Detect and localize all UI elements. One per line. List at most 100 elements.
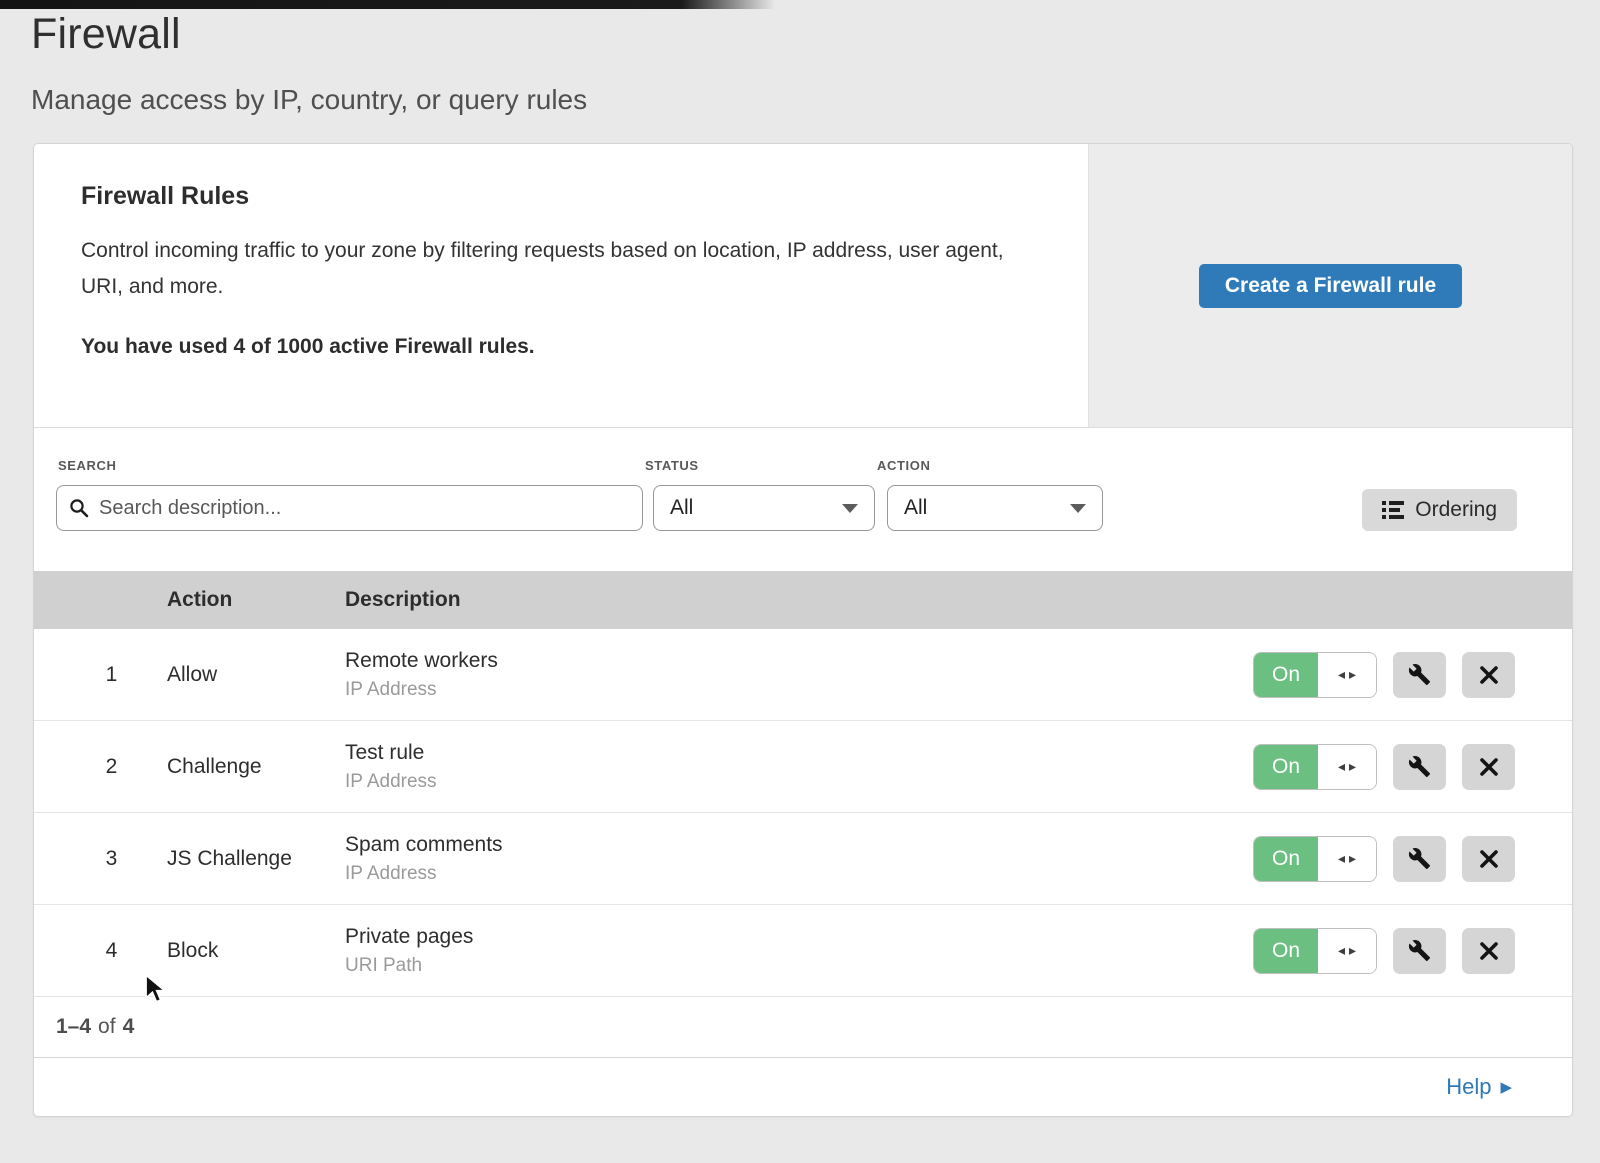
ordering-button[interactable]: Ordering [1362, 489, 1517, 531]
search-icon [69, 498, 89, 518]
rule-enabled-toggle[interactable]: On ◂▸ [1253, 744, 1377, 790]
overview-description: Control incoming traffic to your zone by… [81, 233, 1031, 305]
row-description: Test rule IP Address [345, 741, 1253, 793]
row-controls: On ◂▸ [1253, 836, 1515, 882]
toggle-drag-handle[interactable]: ◂▸ [1318, 929, 1376, 973]
close-icon [1479, 941, 1499, 961]
left-right-arrows-icon: ◂ [1338, 758, 1345, 775]
row-number: 4 [56, 939, 167, 963]
help-bar: Help ▶ [34, 1058, 1572, 1116]
status-select[interactable]: All [653, 485, 875, 531]
close-icon [1479, 849, 1499, 869]
search-label: SEARCH [58, 458, 643, 473]
status-selected-value: All [670, 496, 693, 520]
table-row: 2 Challenge Test rule IP Address On ◂▸ [34, 721, 1572, 813]
search-input[interactable] [56, 485, 643, 531]
row-controls: On ◂▸ [1253, 928, 1515, 974]
page-title: Firewall [31, 10, 587, 59]
left-right-arrows-icon: ▸ [1349, 666, 1356, 683]
pagination-total: 4 [123, 1015, 135, 1039]
pagination-of-label: of [98, 1015, 116, 1039]
rule-description: Remote workers [345, 649, 1253, 673]
close-icon [1479, 757, 1499, 777]
row-controls: On ◂▸ [1253, 652, 1515, 698]
left-right-arrows-icon: ▸ [1349, 942, 1356, 959]
left-right-arrows-icon: ▸ [1349, 758, 1356, 775]
chevron-down-icon [1070, 504, 1086, 513]
ordering-button-label: Ordering [1415, 498, 1497, 522]
rule-match-field: IP Address [345, 863, 1253, 885]
toggle-drag-handle[interactable]: ◂▸ [1318, 653, 1376, 697]
usage-summary: You have used 4 of 1000 active Firewall … [81, 335, 1048, 359]
left-right-arrows-icon: ▸ [1349, 850, 1356, 867]
edit-rule-button[interactable] [1393, 652, 1446, 698]
wrench-icon [1408, 847, 1431, 870]
overview-text-block: Firewall Rules Control incoming traffic … [34, 144, 1088, 427]
toggle-on-label: On [1254, 837, 1318, 881]
ordered-list-icon [1382, 500, 1404, 520]
row-description: Private pages URI Path [345, 925, 1253, 977]
table-header-row: Action Description [34, 571, 1572, 629]
rule-enabled-toggle[interactable]: On ◂▸ [1253, 928, 1377, 974]
rule-description: Test rule [345, 741, 1253, 765]
row-controls: On ◂▸ [1253, 744, 1515, 790]
firewall-rules-card: Firewall Rules Control incoming traffic … [33, 143, 1573, 1117]
help-link-label: Help [1446, 1074, 1491, 1100]
row-description: Spam comments IP Address [345, 833, 1253, 885]
table-row: 1 Allow Remote workers IP Address On ◂▸ [34, 629, 1572, 721]
create-rule-panel: Create a Firewall rule [1088, 144, 1572, 427]
row-number: 3 [56, 847, 167, 871]
overview-heading: Firewall Rules [81, 182, 1048, 211]
table-row: 4 Block Private pages URI Path On ◂▸ [34, 905, 1572, 997]
row-number: 1 [56, 663, 167, 687]
filter-bar: SEARCH STATUS All ACTION All [34, 428, 1572, 571]
rule-match-field: IP Address [345, 771, 1253, 793]
wrench-icon [1408, 939, 1431, 962]
pagination-range: 1–4 [56, 1015, 91, 1039]
delete-rule-button[interactable] [1462, 928, 1515, 974]
right-triangle-icon: ▶ [1500, 1080, 1512, 1095]
rule-description: Private pages [345, 925, 1253, 949]
action-field: ACTION All [875, 458, 1103, 531]
edit-rule-button[interactable] [1393, 928, 1446, 974]
toggle-drag-handle[interactable]: ◂▸ [1318, 837, 1376, 881]
help-link[interactable]: Help ▶ [1446, 1074, 1512, 1100]
delete-rule-button[interactable] [1462, 836, 1515, 882]
toggle-on-label: On [1254, 653, 1318, 697]
action-selected-value: All [904, 496, 927, 520]
wrench-icon [1408, 755, 1431, 778]
delete-rule-button[interactable] [1462, 744, 1515, 790]
rule-match-field: IP Address [345, 679, 1253, 701]
status-label: STATUS [645, 458, 875, 473]
rule-enabled-toggle[interactable]: On ◂▸ [1253, 652, 1377, 698]
action-select[interactable]: All [887, 485, 1103, 531]
left-right-arrows-icon: ◂ [1338, 850, 1345, 867]
wrench-icon [1408, 663, 1431, 686]
table-header-description: Description [345, 588, 1515, 612]
row-action: JS Challenge [167, 847, 345, 871]
page-subtitle: Manage access by IP, country, or query r… [31, 84, 587, 116]
rule-description: Spam comments [345, 833, 1253, 857]
status-field: STATUS All [643, 458, 875, 531]
toggle-on-label: On [1254, 745, 1318, 789]
row-description: Remote workers IP Address [345, 649, 1253, 701]
left-right-arrows-icon: ◂ [1338, 666, 1345, 683]
rule-match-field: URI Path [345, 955, 1253, 977]
close-icon [1479, 665, 1499, 685]
search-input-wrap [56, 485, 643, 531]
table-header-action: Action [167, 588, 345, 612]
edit-rule-button[interactable] [1393, 744, 1446, 790]
row-action: Allow [167, 663, 345, 687]
toggle-drag-handle[interactable]: ◂▸ [1318, 745, 1376, 789]
screenshot-artifact-bar [0, 0, 775, 9]
rule-enabled-toggle[interactable]: On ◂▸ [1253, 836, 1377, 882]
delete-rule-button[interactable] [1462, 652, 1515, 698]
row-action: Block [167, 939, 345, 963]
search-field: SEARCH [56, 458, 643, 531]
table-row: 3 JS Challenge Spam comments IP Address … [34, 813, 1572, 905]
pagination-bar: 1–4 of 4 [34, 997, 1572, 1058]
action-label: ACTION [877, 458, 1103, 473]
left-right-arrows-icon: ◂ [1338, 942, 1345, 959]
edit-rule-button[interactable] [1393, 836, 1446, 882]
create-firewall-rule-button[interactable]: Create a Firewall rule [1199, 264, 1462, 308]
